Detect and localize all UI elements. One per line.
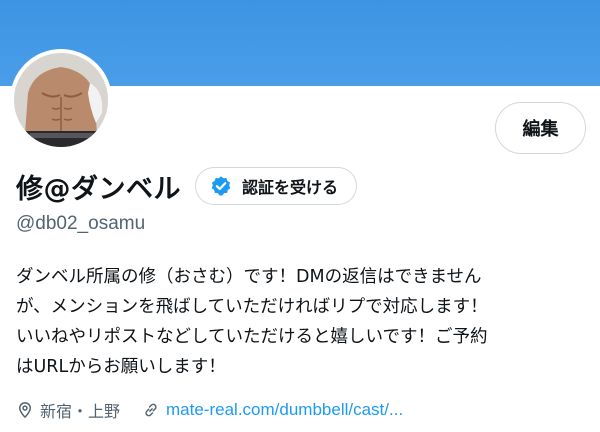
bio-line: が、メンションを飛ばしていただければリプで対応します！ [16, 297, 488, 317]
link-icon [145, 403, 157, 417]
profile-meta: 新宿・上野 mate-real.com/dumbbell/cast/... [16, 398, 403, 422]
profile-bio: ダンベル所属の修（おさむ）です！DMの返信はできません が、メンションを飛ばして… [16, 262, 586, 382]
profile-location: 新宿・上野 [40, 402, 121, 421]
avatar[interactable] [10, 49, 112, 151]
bio-line: ダンベル所属の修（おさむ）です！DMの返信はできません [16, 267, 482, 287]
get-verified-label: 認証を受ける [242, 178, 339, 197]
bio-line: はURLからお願いします！ [16, 357, 226, 377]
bio-line: いいねやリポストなどしていただけると嬉しいです！ご予約 [16, 327, 488, 347]
user-handle: @db02_osamu [16, 213, 146, 234]
get-verified-button[interactable]: 認証を受ける [195, 167, 358, 205]
profile-website-link[interactable]: mate-real.com/dumbbell/cast/... [166, 400, 403, 420]
edit-profile-button[interactable]: 編集 [495, 102, 586, 154]
avatar-photo [14, 53, 108, 147]
location-pin-icon [18, 402, 32, 419]
verified-badge-icon [211, 176, 231, 196]
display-name: 修@ダンベル [16, 173, 181, 205]
name-row: 修@ダンベル 認証を受ける [16, 166, 358, 206]
